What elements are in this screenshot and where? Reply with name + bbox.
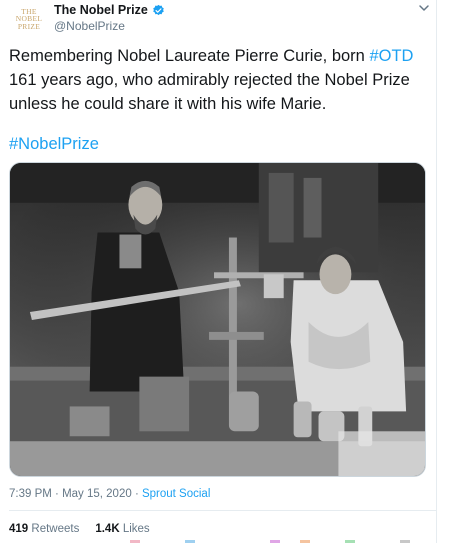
tweet-photo[interactable] [9,162,426,477]
display-name-row: The Nobel Prize [54,3,165,17]
retweets-stat[interactable]: 419 Retweets [9,523,79,535]
likes-label: Likes [122,523,150,535]
likes-count: 1.4K [95,523,120,535]
avatar[interactable]: THE NOBEL PRIZE [10,2,48,36]
tweet-header: THE NOBEL PRIZE The Nobel Prize @NobelPr… [10,2,430,36]
tweet-text-line-1: Remembering Nobel Laureate Pierre Curie,… [9,44,429,68]
likes-stat[interactable]: 1.4K Likes [95,523,149,535]
user-handle[interactable]: @NobelPrize [54,19,165,33]
retweets-count: 419 [9,523,29,535]
display-name[interactable]: The Nobel Prize [54,3,148,17]
avatar-line-3: PRIZE [17,21,41,31]
meta-separator: · [51,488,63,500]
tweet-date[interactable]: May 15, 2020 [62,488,132,500]
chevron-down-icon[interactable] [418,2,430,14]
hashtag-otd-link[interactable]: #OTD [369,47,413,65]
user-info: The Nobel Prize @NobelPrize [54,3,165,33]
tweet-stats: 419 Retweets 1.4K Likes [9,523,166,535]
hashtag-nobelprize-link[interactable]: #NobelPrize [9,132,99,156]
cropped-action-icons [130,540,410,543]
divider [9,510,436,511]
tweet-meta: 7:39 PM · May 15, 2020 · Sprout Social [9,488,210,500]
photo-image [10,163,425,476]
timeline-border [436,0,437,543]
tweet-source-link[interactable]: Sprout Social [142,488,210,500]
meta-separator: · [131,488,142,500]
retweets-label: Retweets [31,523,80,535]
tweet-text-line-3: unless he could share it with his wife M… [9,95,327,113]
tweet-text: Remembering Nobel Laureate Pierre Curie,… [9,44,429,116]
verified-badge-icon [153,4,164,15]
tweet-time[interactable]: 7:39 PM [9,488,52,500]
tweet-text-line-2: 161 years ago, who admirably rejected th… [9,71,410,89]
tweet-text-line-1-body: Remembering Nobel Laureate Pierre Curie,… [9,47,370,65]
